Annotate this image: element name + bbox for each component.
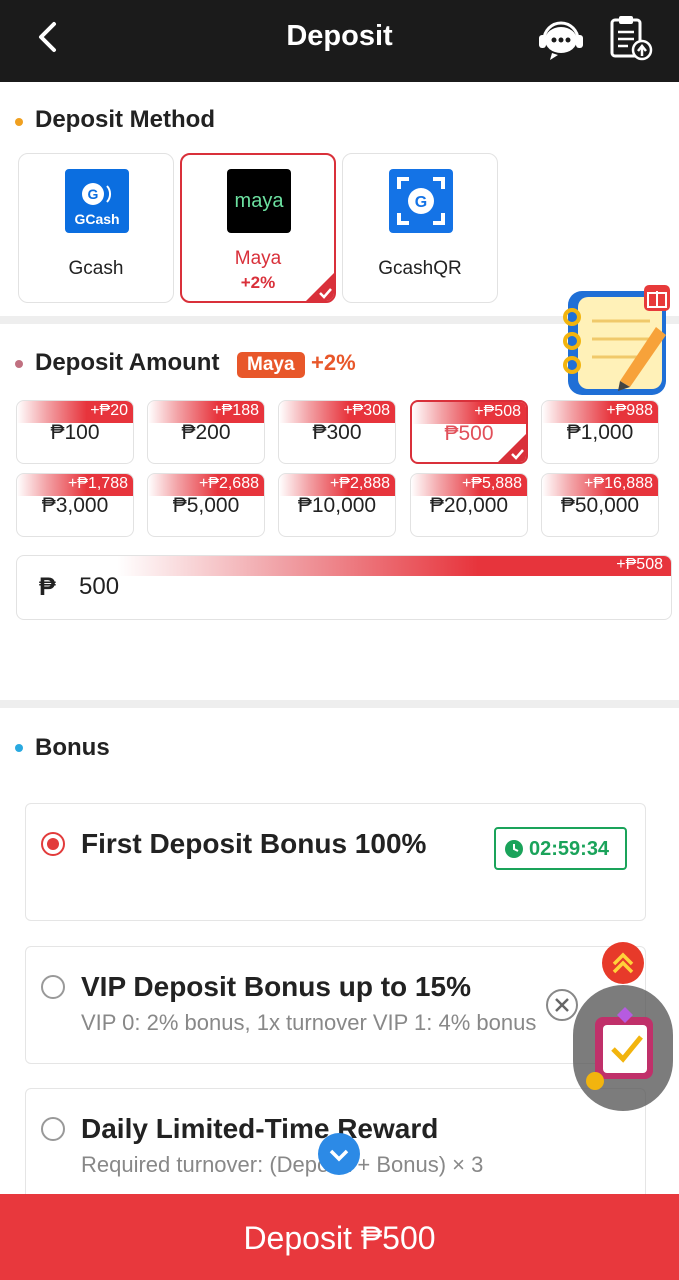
currency-symbol: ₱ (39, 573, 56, 601)
countdown-timer: 02:59:34 (494, 827, 627, 870)
treasure-book-icon (586, 1007, 653, 1090)
amount-chip[interactable]: +₱20 ₱100 (16, 400, 134, 464)
chip-amount: ₱200 (181, 421, 231, 444)
chip-amount: ₱1,000 (566, 421, 634, 444)
gcashqr-logo-icon: G (389, 169, 453, 233)
deposit-submit-button[interactable]: Deposit ₱500 (0, 1194, 679, 1280)
bonus-option-subtitle: Required turnover: (Deposit + Bonus) × 3 (81, 1152, 484, 1177)
section-dot (15, 744, 23, 752)
method-card-gcash[interactable]: G GCash Gcash (18, 153, 174, 303)
method-name-maya: Maya (234, 248, 282, 269)
amount-chip[interactable]: +₱308 ₱300 (278, 400, 396, 464)
amount-chip[interactable]: +₱1,788 ₱3,000 (16, 473, 134, 537)
radio-button[interactable] (41, 975, 65, 999)
input-bonus-text: +₱508 (616, 556, 663, 573)
gcash-logo-text: GCash (74, 211, 119, 227)
amount-input[interactable]: 500 (79, 573, 119, 601)
method-label-gcashqr: GcashQR (378, 258, 462, 279)
chevron-down-icon (329, 1149, 349, 1162)
method-card-gcashqr[interactable]: G GcashQR (342, 153, 498, 303)
gcashqr-logo-text: G (415, 194, 427, 211)
chip-amount: ₱20,000 (429, 494, 509, 517)
selected-check-icon (306, 273, 334, 301)
customer-service-icon[interactable] (536, 16, 586, 62)
amount-chip[interactable]: +₱188 ₱200 (147, 400, 265, 464)
gcash-logo-icon: G GCash (65, 169, 129, 233)
selected-check-icon (498, 434, 526, 462)
scroll-down-button[interactable] (318, 1133, 360, 1175)
top-bar: Deposit (0, 0, 679, 82)
bonus-option-title: First Deposit Bonus 100% (81, 828, 427, 859)
deposit-method-title: Deposit Method (35, 106, 215, 133)
amount-input-box[interactable]: +₱508 ₱ 500 (16, 555, 672, 620)
chip-amount: ₱100 (50, 421, 100, 444)
double-chevron-up-icon (612, 952, 634, 974)
input-bonus-ribbon (117, 556, 671, 576)
bonus-option-title: VIP Deposit Bonus up to 15% (81, 971, 471, 1002)
amount-chip[interactable]: +₱5,888 ₱20,000 (410, 473, 528, 537)
chip-bonus: +₱1,788 (67, 475, 128, 492)
chip-amount: ₱10,000 (297, 494, 377, 517)
clipboard-upload-icon[interactable] (606, 14, 656, 64)
chip-bonus: +₱5,888 (461, 475, 522, 492)
amount-chip[interactable]: +₱16,888 ₱50,000 (541, 473, 659, 537)
chip-bonus: +₱308 (343, 402, 390, 419)
section-dot (15, 118, 23, 126)
chip-amount: ₱3,000 (41, 494, 109, 517)
chip-bonus: +₱16,888 (584, 475, 653, 492)
floating-reward-widget[interactable] (573, 985, 673, 1111)
maya-logo-text: maya (235, 190, 285, 212)
radio-button[interactable] (41, 1117, 65, 1141)
chip-bonus: +₱508 (474, 403, 521, 420)
amount-chip[interactable]: +₱2,688 ₱5,000 (147, 473, 265, 537)
scroll-top-button[interactable] (602, 942, 644, 984)
amount-chip[interactable]: +₱988 ₱1,000 (541, 400, 659, 464)
chip-bonus: +₱2,888 (329, 475, 390, 492)
clock-icon (505, 840, 523, 858)
chip-bonus: +₱2,688 (198, 475, 259, 492)
chip-bonus: +₱188 (212, 402, 259, 419)
chip-bonus: +₱20 (90, 402, 128, 419)
close-icon[interactable] (546, 989, 578, 1021)
method-label-gcash: Gcash (68, 258, 124, 279)
bonus-option-title: Daily Limited-Time Reward (81, 1113, 439, 1144)
amount-chip[interactable]: +₱2,888 ₱10,000 (278, 473, 396, 537)
chip-amount: ₱5,000 (172, 494, 240, 517)
bonus-title: Bonus (35, 734, 110, 761)
bonus-option-first-deposit[interactable]: First Deposit Bonus 100% 02:59:34 (25, 803, 646, 921)
notepad-gift-icon[interactable] (556, 283, 678, 405)
maya-logo-icon: maya (227, 169, 291, 233)
svg-text:G: G (88, 186, 99, 202)
section-dot (15, 360, 23, 368)
deposit-button-label: Deposit ₱500 (243, 1220, 436, 1256)
timer-text: 02:59:34 (529, 838, 610, 860)
deposit-amount-title: Deposit Amount (35, 349, 220, 376)
radio-button-selected[interactable] (41, 832, 65, 856)
method-card-maya[interactable]: maya Maya +2% (180, 153, 336, 303)
maya-badge-bonus: +2% (311, 350, 356, 375)
chip-amount: ₱50,000 (560, 494, 640, 517)
amount-chip[interactable]: +₱508 ₱500 (410, 400, 528, 464)
chip-amount: ₱300 (312, 421, 362, 444)
bonus-option-subtitle: VIP 0: 2% bonus, 1x turnover VIP 1: 4% b… (81, 1010, 537, 1035)
maya-badge: Maya (237, 352, 305, 378)
